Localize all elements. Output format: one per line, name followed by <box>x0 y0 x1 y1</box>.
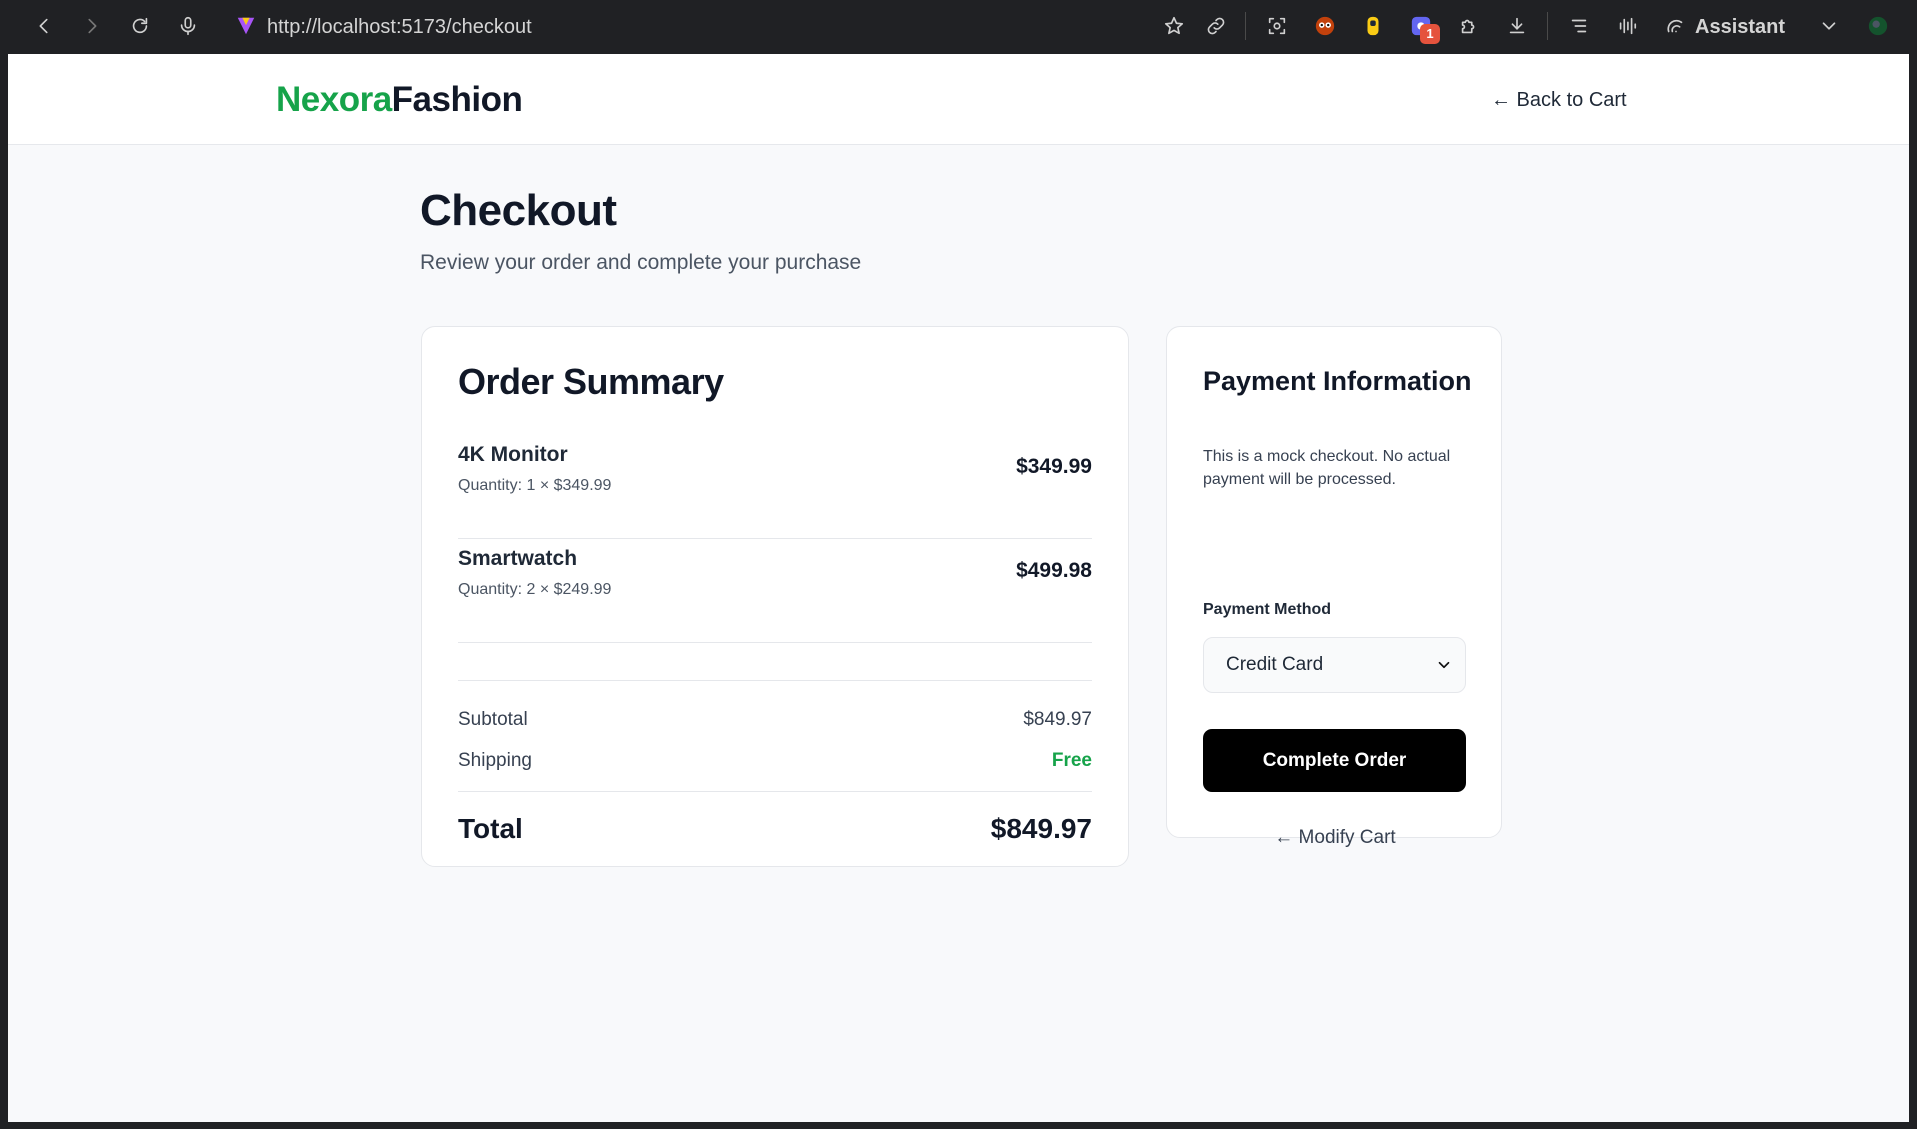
total-label: Total <box>458 813 523 844</box>
order-item: Smartwatch Quantity: 2 × $249.99 $499.98 <box>458 539 1092 643</box>
chevron-down-icon[interactable] <box>1814 11 1844 41</box>
order-summary-heading: Order Summary <box>458 361 724 402</box>
site-logo[interactable]: NexoraFashion <box>276 80 523 120</box>
subtotal-label: Subtotal <box>458 709 528 730</box>
extension-badge: 1 <box>1420 24 1440 44</box>
payment-note: This is a mock checkout. No actual payme… <box>1203 448 1451 488</box>
shipping-row: Shipping Free <box>458 750 1092 776</box>
extension-icon[interactable] <box>1358 11 1388 41</box>
total-row: Total $849.97 <box>458 813 1092 849</box>
back-to-cart-link[interactable]: ← Back to Cart <box>1491 87 1627 113</box>
page-viewport: NexoraFashion ← Back to Cart Checkout Re… <box>8 54 1909 1122</box>
order-summary-card: Order Summary 4K Monitor Quantity: 1 × $… <box>421 326 1129 867</box>
shipping-value: Free <box>1051 750 1092 771</box>
item-name: 4K Monitor <box>458 443 568 466</box>
payment-method-select[interactable]: Credit Card <box>1203 637 1466 693</box>
total-value: $849.97 <box>990 813 1092 844</box>
subtotal-row: Subtotal $849.97 <box>458 709 1092 735</box>
download-icon[interactable] <box>1502 11 1532 41</box>
complete-order-button[interactable]: Complete Order <box>1203 729 1466 792</box>
order-item: 4K Monitor Quantity: 1 × $349.99 $349.99 <box>458 435 1092 539</box>
total-divider <box>458 791 1092 792</box>
item-name: Smartwatch <box>458 547 578 570</box>
item-quantity: Quantity: 1 × $349.99 <box>458 477 612 494</box>
toolbar-separator <box>1245 12 1246 40</box>
mic-icon[interactable] <box>173 11 203 41</box>
toolbar-separator <box>1547 12 1548 40</box>
modify-cart-link[interactable]: ← Modify Cart <box>1167 827 1503 849</box>
address-bar[interactable]: http://localhost:5173/checkout <box>267 12 532 42</box>
screenshot-icon[interactable] <box>1262 11 1292 41</box>
browser-toolbar: http://localhost:5173/checkout 1 Assista… <box>0 0 1917 54</box>
forward-icon[interactable] <box>77 11 107 41</box>
subtotal-value: $849.97 <box>1023 709 1092 730</box>
payment-card: Payment Information This is a mock check… <box>1166 326 1502 848</box>
item-price: $349.99 <box>1016 455 1092 478</box>
audio-icon[interactable] <box>1612 11 1642 41</box>
shipping-label: Shipping <box>458 750 532 771</box>
link-icon[interactable] <box>1201 11 1231 41</box>
assistant-button[interactable]: Assistant <box>1695 12 1785 42</box>
chevron-down-icon <box>1435 656 1453 674</box>
payment-method-label: Payment Method <box>1203 601 1332 618</box>
page-subtitle: Review your order and complete your purc… <box>420 251 862 274</box>
profile-icon[interactable] <box>1863 11 1893 41</box>
logo-part-nexora: Nexora <box>276 80 392 119</box>
puzzle-icon[interactable] <box>1454 11 1484 41</box>
extension-icon[interactable] <box>1310 11 1340 41</box>
item-price: $499.98 <box>1016 559 1092 582</box>
payment-heading: Payment Information <box>1203 366 1472 396</box>
summary-divider <box>458 680 1092 681</box>
item-quantity: Quantity: 2 × $249.99 <box>458 581 612 598</box>
payment-method-value: Credit Card <box>1226 654 1324 675</box>
assistant-icon[interactable] <box>1661 11 1691 41</box>
reload-icon[interactable] <box>125 11 155 41</box>
site-icon <box>231 11 261 41</box>
site-header: NexoraFashion ← Back to Cart <box>8 54 1909 145</box>
reading-list-icon[interactable] <box>1564 11 1594 41</box>
logo-part-fashion: Fashion <box>391 80 523 119</box>
star-icon[interactable] <box>1159 11 1189 41</box>
page-title: Checkout <box>420 186 617 235</box>
back-icon[interactable] <box>29 11 59 41</box>
